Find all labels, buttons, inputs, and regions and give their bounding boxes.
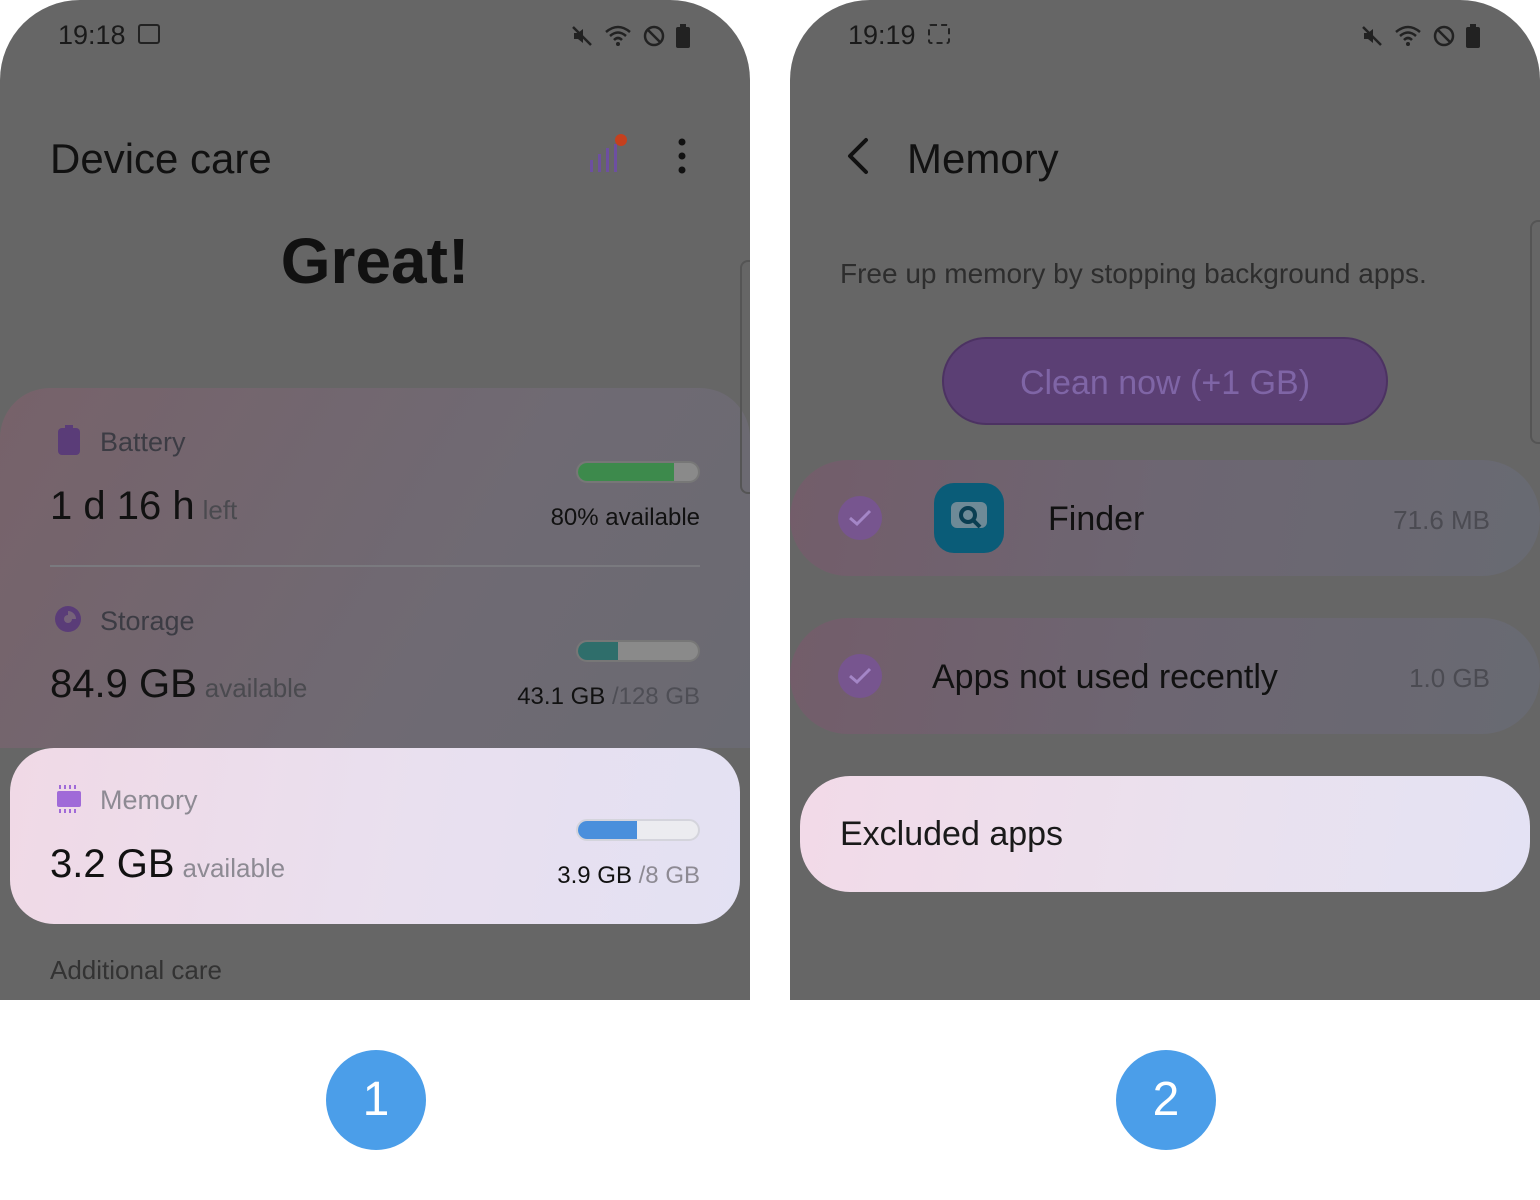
clean-now-button[interactable]: Clean now (+1 GB) — [942, 337, 1388, 425]
step-badge-2: 2 — [1116, 1050, 1216, 1150]
battery-icon — [58, 425, 80, 455]
mute-icon — [572, 26, 592, 46]
screenshot-icon — [138, 24, 160, 44]
excluded-apps-item[interactable]: Excluded apps — [800, 776, 1530, 892]
page-title: Memory — [907, 135, 1059, 182]
group-size: 1.0 GB — [1409, 663, 1490, 693]
memory-chip-icon — [57, 785, 81, 813]
battery-label[interactable]: Battery — [100, 427, 186, 458]
app-name: Finder — [1048, 500, 1145, 538]
check-circle-icon[interactable] — [838, 496, 882, 540]
wifi-icon — [1395, 25, 1421, 46]
battery-status-icon — [676, 24, 690, 48]
finder-app-icon — [934, 483, 1004, 553]
memory-usage: 3.9 GB /8 GB — [557, 862, 700, 889]
diagnostics-chart-icon[interactable] — [588, 134, 628, 176]
status-bar: 19:18 — [58, 18, 690, 58]
screenshot-icon — [928, 24, 950, 44]
status-bar: 19:19 — [848, 18, 1480, 58]
storage-pie-icon — [55, 606, 81, 632]
step-badge-1: 1 — [326, 1050, 426, 1150]
battery-value[interactable]: 1 d 16 h left — [50, 484, 237, 529]
check-circle-icon[interactable] — [838, 654, 882, 698]
list-item[interactable]: Finder 71.6 MB — [790, 460, 1540, 576]
memory-screen: 19:19 Memory Free up memory by stopping … — [790, 0, 1540, 1000]
scrollbar[interactable] — [740, 260, 750, 494]
scrollbar[interactable] — [1530, 220, 1540, 444]
excluded-apps-label: Excluded apps — [840, 815, 1064, 853]
memory-value: 3.2 GB available — [50, 842, 286, 886]
divider — [50, 565, 700, 567]
battery-bar — [576, 461, 700, 483]
storage-value[interactable]: 84.9 GB available — [50, 662, 307, 707]
additional-care-header: Additional care — [50, 955, 222, 985]
do-not-disturb-icon — [643, 25, 665, 47]
status-headline: Great! — [280, 225, 470, 297]
status-time: 19:18 — [58, 20, 126, 50]
storage-label[interactable]: Storage — [100, 606, 195, 637]
memory-description: Free up memory by stopping background ap… — [840, 258, 1427, 289]
memory-label: Memory — [100, 785, 198, 815]
back-arrow-icon[interactable] — [842, 136, 872, 176]
storage-usage: 43.1 GB /128 GB — [517, 683, 700, 710]
storage-bar — [576, 640, 700, 662]
battery-status-icon — [1466, 24, 1480, 48]
wifi-icon — [605, 25, 631, 46]
status-time: 19:19 — [848, 20, 916, 50]
app-size: 71.6 MB — [1393, 505, 1490, 535]
mute-icon — [1362, 26, 1382, 46]
page-title: Device care — [50, 135, 272, 182]
group-name: Apps not used recently — [932, 658, 1278, 696]
do-not-disturb-icon — [1433, 25, 1455, 47]
battery-available: 80% available — [550, 504, 700, 531]
list-item[interactable]: Apps not used recently 1.0 GB — [790, 618, 1540, 734]
device-care-screen: 19:18 Device care Great! Battery 1 d 16 … — [0, 0, 750, 1000]
memory-bar — [576, 819, 700, 841]
more-options-icon[interactable] — [676, 138, 688, 174]
